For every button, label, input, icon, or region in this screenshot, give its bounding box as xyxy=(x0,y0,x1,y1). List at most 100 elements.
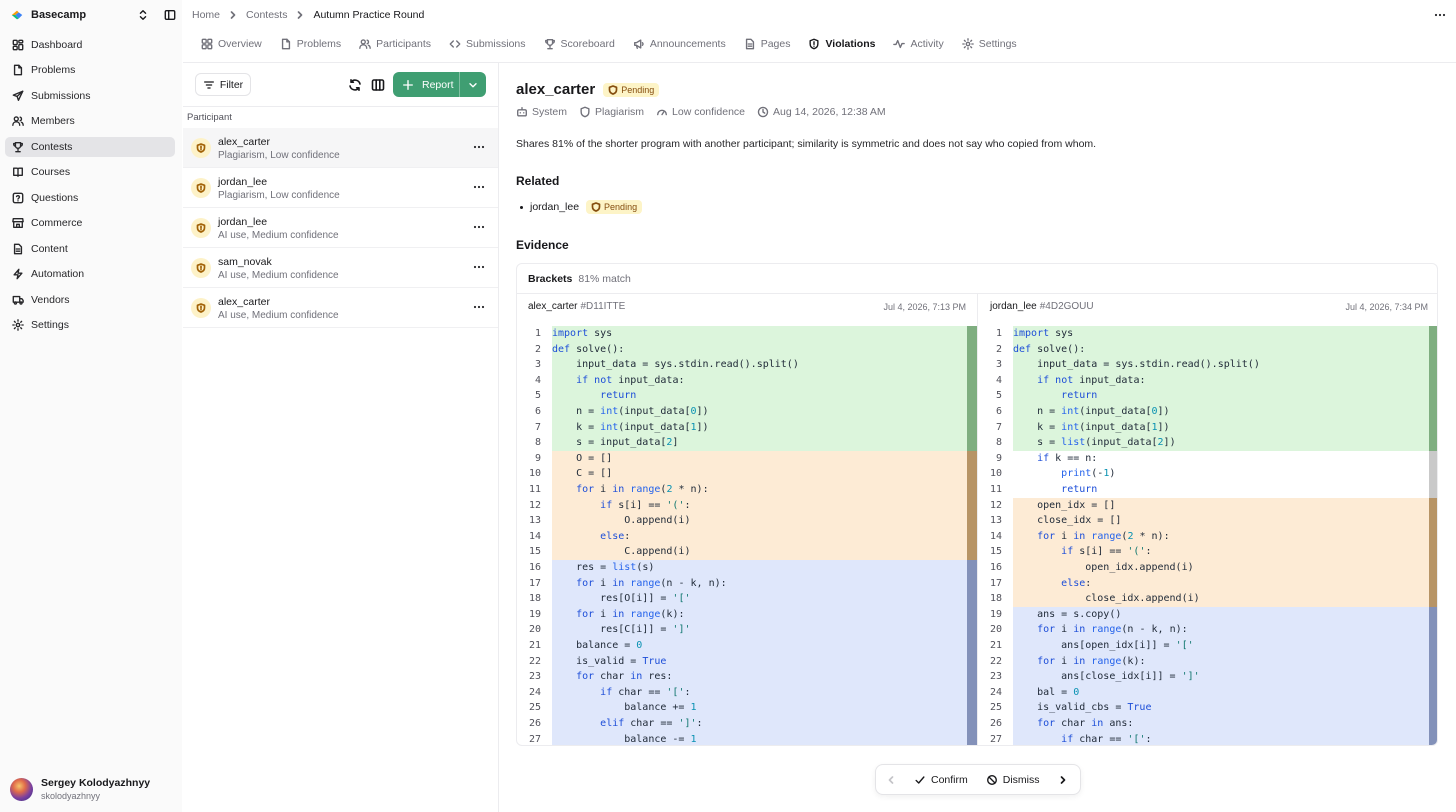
user-menu[interactable]: Sergey Kolodyazhnyy skolodyazhnyy xyxy=(10,774,176,804)
match-scrollbar-segment[interactable] xyxy=(1429,497,1437,514)
match-scrollbar-segment[interactable] xyxy=(1429,482,1437,498)
match-scrollbar-segment[interactable] xyxy=(1429,606,1437,623)
tab-participants[interactable]: Participants xyxy=(350,38,440,50)
match-scrollbar-segment[interactable] xyxy=(1429,357,1437,373)
match-scrollbar-segment[interactable] xyxy=(1429,684,1437,701)
list-item[interactable]: alex_carter Plagiarism, Low confidence xyxy=(183,128,498,168)
sidebar-item-vendors[interactable]: Vendors xyxy=(5,290,175,310)
tab-pages[interactable]: Pages xyxy=(735,38,800,50)
match-scrollbar-segment[interactable] xyxy=(1429,513,1437,529)
match-scrollbar-segment[interactable] xyxy=(967,591,977,607)
tab-activity[interactable]: Activity xyxy=(884,38,952,50)
confirm-button[interactable]: Confirm xyxy=(914,774,968,786)
more-horizontal-icon[interactable] xyxy=(1434,12,1446,18)
match-scrollbar-segment[interactable] xyxy=(967,622,977,638)
match-scrollbar-segment[interactable] xyxy=(967,606,977,623)
sidebar-item-members[interactable]: Members xyxy=(5,111,175,131)
match-scrollbar-segment[interactable] xyxy=(967,528,977,545)
tab-problems[interactable]: Problems xyxy=(271,38,350,50)
sidebar-item-dashboard[interactable]: Dashboard xyxy=(5,35,175,55)
match-scrollbar-segment[interactable] xyxy=(967,544,977,560)
filter-button[interactable]: Filter xyxy=(195,73,251,96)
more-horizontal-icon[interactable] xyxy=(472,300,486,314)
match-scrollbar-segment[interactable] xyxy=(1429,653,1437,670)
refresh-icon[interactable] xyxy=(348,78,362,92)
match-scrollbar-segment[interactable] xyxy=(1429,622,1437,638)
breadcrumb-contests[interactable]: Contests xyxy=(246,9,287,21)
match-scrollbar-segment[interactable] xyxy=(1429,575,1437,592)
match-scrollbar-segment[interactable] xyxy=(1429,528,1437,545)
match-scrollbar-segment[interactable] xyxy=(1429,560,1437,576)
match-scrollbar-segment[interactable] xyxy=(1429,404,1437,420)
report-button[interactable]: Report xyxy=(393,72,486,97)
tab-settings[interactable]: Settings xyxy=(953,38,1026,50)
match-scrollbar-segment[interactable] xyxy=(1429,388,1437,404)
match-scrollbar-segment[interactable] xyxy=(967,716,977,732)
left-code-view[interactable]: 1 import sys 2 def solve(): 3 input_data = s… xyxy=(517,323,977,745)
match-scrollbar-segment[interactable] xyxy=(967,372,977,389)
list-item[interactable]: alex_carter AI use, Medium confidence xyxy=(183,288,498,328)
right-submission-id[interactable]: #4D2GOUU xyxy=(1040,301,1094,312)
sidebar-item-automation[interactable]: Automation xyxy=(5,264,175,284)
match-scrollbar-segment[interactable] xyxy=(967,419,977,436)
related-name[interactable]: jordan_lee xyxy=(530,201,579,213)
match-scrollbar-segment[interactable] xyxy=(967,341,977,358)
match-scrollbar-segment[interactable] xyxy=(967,731,977,745)
match-scrollbar-segment[interactable] xyxy=(967,684,977,701)
match-scrollbar-segment[interactable] xyxy=(1429,341,1437,358)
match-scrollbar-segment[interactable] xyxy=(967,450,977,467)
match-scrollbar-segment[interactable] xyxy=(967,404,977,420)
match-scrollbar-segment[interactable] xyxy=(967,653,977,670)
match-scrollbar-segment[interactable] xyxy=(967,700,977,716)
workspace-switcher[interactable]: Basecamp xyxy=(10,7,176,23)
match-scrollbar-segment[interactable] xyxy=(967,435,977,451)
match-scrollbar-segment[interactable] xyxy=(967,388,977,404)
sidebar-item-settings[interactable]: Settings xyxy=(5,315,175,335)
match-scrollbar-segment[interactable] xyxy=(1429,700,1437,716)
chevrons-up-down-icon[interactable] xyxy=(137,9,149,21)
match-scrollbar-segment[interactable] xyxy=(967,669,977,685)
tab-announcements[interactable]: Announcements xyxy=(624,38,735,50)
match-scrollbar-segment[interactable] xyxy=(1429,419,1437,436)
chevron-down-icon[interactable] xyxy=(467,79,479,91)
dismiss-button[interactable]: Dismiss xyxy=(986,774,1040,786)
match-scrollbar-segment[interactable] xyxy=(1429,716,1437,732)
sidebar-item-commerce[interactable]: Commerce xyxy=(5,213,175,233)
tab-submissions[interactable]: Submissions xyxy=(440,38,535,50)
sidebar-item-questions[interactable]: Questions xyxy=(5,188,175,208)
match-scrollbar-segment[interactable] xyxy=(967,513,977,529)
more-horizontal-icon[interactable] xyxy=(472,140,486,154)
columns-icon[interactable] xyxy=(371,78,385,92)
list-item[interactable]: jordan_lee AI use, Medium confidence xyxy=(183,208,498,248)
sidebar-item-courses[interactable]: Courses xyxy=(5,162,175,182)
match-scrollbar-segment[interactable] xyxy=(1429,326,1437,342)
match-scrollbar-segment[interactable] xyxy=(967,326,977,342)
match-scrollbar-segment[interactable] xyxy=(1429,731,1437,745)
chevron-right-icon[interactable] xyxy=(1058,775,1068,785)
match-scrollbar-segment[interactable] xyxy=(967,466,977,482)
more-horizontal-icon[interactable] xyxy=(472,180,486,194)
more-horizontal-icon[interactable] xyxy=(472,220,486,234)
sidebar-item-content[interactable]: Content xyxy=(5,239,175,259)
match-scrollbar-segment[interactable] xyxy=(1429,591,1437,607)
match-scrollbar-segment[interactable] xyxy=(967,482,977,498)
match-scrollbar-segment[interactable] xyxy=(967,638,977,654)
match-scrollbar-segment[interactable] xyxy=(1429,435,1437,451)
list-item[interactable]: jordan_lee Plagiarism, Low confidence xyxy=(183,168,498,208)
match-scrollbar-segment[interactable] xyxy=(1429,544,1437,560)
chevron-left-icon[interactable] xyxy=(886,775,896,785)
left-submission-id[interactable]: #D11ITTE xyxy=(580,301,625,312)
match-scrollbar-segment[interactable] xyxy=(1429,372,1437,389)
list-item[interactable]: sam_novak AI use, Medium confidence xyxy=(183,248,498,288)
breadcrumb-home[interactable]: Home xyxy=(192,9,220,21)
sidebar-toggle-icon[interactable] xyxy=(164,9,176,21)
right-code-view[interactable]: 1 import sys 2 def solve(): 3 input_data = s… xyxy=(978,323,1437,745)
match-scrollbar-segment[interactable] xyxy=(967,497,977,514)
match-scrollbar-segment[interactable] xyxy=(1429,669,1437,685)
tab-overview[interactable]: Overview xyxy=(192,38,271,50)
sidebar-item-submissions[interactable]: Submissions xyxy=(5,86,175,106)
sidebar-item-problems[interactable]: Problems xyxy=(5,60,175,80)
sidebar-item-contests[interactable]: Contests xyxy=(5,137,175,157)
match-scrollbar-segment[interactable] xyxy=(1429,466,1437,482)
match-scrollbar-segment[interactable] xyxy=(1429,638,1437,654)
